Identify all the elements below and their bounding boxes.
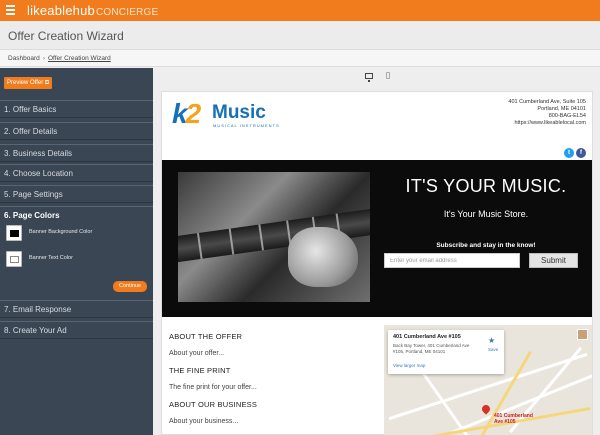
map-card-address: Back Bay Tower, 401 Cumberland Ave #105,…	[393, 343, 470, 354]
sidebar-step-choose-location[interactable]: 4. Choose Location	[0, 164, 153, 182]
sidebar-step-business-details[interactable]: 3. Business Details	[0, 144, 153, 162]
sidebar-step-offer-details[interactable]: 2. Offer Details	[0, 122, 153, 140]
map-card-title: 401 Cumberland Ave #105	[393, 334, 461, 340]
business-url[interactable]: https://www.likeablelocal.com	[508, 120, 586, 127]
twitter-icon[interactable]: t	[564, 148, 574, 158]
breadcrumb-dashboard[interactable]: Dashboard	[8, 55, 40, 62]
monitor-icon[interactable]	[365, 73, 373, 82]
hero-headline: IT'S YOUR MUSIC.	[405, 176, 567, 196]
title-bar: Offer Creation Wizard	[0, 21, 600, 50]
sidebar-step-page-colors[interactable]: 6. Page Colors	[0, 206, 153, 224]
guitar-photo	[178, 172, 370, 302]
sidebar-step-create-your-ad[interactable]: 8. Create Your Ad	[0, 321, 153, 339]
banner-background-color-label: Banner Background Color	[29, 229, 93, 235]
map-pin-icon[interactable]	[480, 403, 492, 415]
offer-preview: k2 Music MUSICAL INSTRUMENTS 401 Cumberl…	[161, 91, 593, 435]
about-offer-title: ABOUT THE OFFER	[169, 332, 243, 341]
top-bar: likeablehubCONCIERGE	[0, 0, 600, 21]
logo-subtitle: MUSICAL INSTRUMENTS	[213, 123, 280, 128]
banner-text-color-row: Banner Text Color	[6, 251, 146, 267]
brand-main: likeablehub	[27, 3, 95, 18]
about-business-text: About your business...	[169, 418, 239, 425]
avatar[interactable]	[577, 329, 588, 340]
map-info-card: 401 Cumberland Ave #105 Back Bay Tower, …	[388, 330, 504, 374]
breadcrumb-current[interactable]: Offer Creation Wizard	[48, 55, 111, 62]
preview-offer-label: Preview Offer	[7, 80, 44, 86]
address-line-2: Portland, ME 04101	[537, 106, 586, 112]
subscribe-prompt: Subscribe and stay in the know!	[436, 242, 536, 249]
map-pin-label: 401 Cumberland Ave #105	[494, 413, 533, 425]
hand-shape	[288, 227, 358, 287]
location-map[interactable]: 401 Cumberland Ave #105 Back Bay Tower, …	[384, 325, 592, 435]
phone-icon[interactable]	[386, 72, 390, 79]
email-input[interactable]	[384, 253, 520, 268]
sidebar-step-page-settings[interactable]: 5. Page Settings	[0, 185, 153, 203]
hero-banner: IT'S YOUR MUSIC. It's Your Music Store. …	[162, 160, 592, 317]
banner-background-color-swatch[interactable]	[6, 225, 22, 241]
fine-print-text: The fine print for your offer...	[169, 384, 257, 391]
sidebar-step-email-response[interactable]: 7. Email Response	[0, 300, 153, 318]
wizard-sidebar: Preview Offer ⧉ 1. Offer Basics 2. Offer…	[0, 68, 153, 435]
business-phone: 800-BAG-EL54	[548, 113, 586, 119]
map-save-label[interactable]: Save	[488, 347, 498, 352]
external-link-icon: ⧉	[43, 80, 50, 86]
about-business-title: ABOUT OUR BUSINESS	[169, 400, 258, 409]
fine-print-title: THE FINE PRINT	[169, 366, 231, 375]
address-line-1: 401 Cumberland Ave, Suite 105	[508, 99, 586, 105]
logo-mark-2: 2	[185, 98, 202, 129]
app-logo[interactable]: likeablehubCONCIERGE	[27, 3, 158, 18]
logo-mark-k: k	[172, 98, 188, 129]
banner-background-color-row: Banner Background Color	[6, 225, 146, 241]
submit-button[interactable]: Submit	[529, 253, 578, 268]
hero-subhead: It's Your Music Store.	[443, 209, 529, 219]
social-links: tf	[562, 141, 586, 158]
view-larger-map-link[interactable]: View larger map	[393, 363, 425, 368]
brand-sub: CONCIERGE	[95, 7, 159, 18]
star-icon[interactable]: ★	[488, 336, 495, 345]
sidebar-step-offer-basics[interactable]: 1. Offer Basics	[0, 100, 153, 118]
breadcrumb: Dashboard › Offer Creation Wizard	[0, 50, 600, 67]
banner-text-color-swatch[interactable]	[6, 251, 22, 267]
continue-button[interactable]: Continue	[113, 281, 147, 292]
logo-mark: k2	[172, 98, 202, 129]
chevron-right-icon: ›	[42, 55, 45, 62]
business-address: 401 Cumberland Ave, Suite 105 Portland, …	[508, 99, 586, 127]
facebook-icon[interactable]: f	[576, 148, 586, 158]
banner-text-color-label: Banner Text Color	[29, 255, 73, 261]
page-title: Offer Creation Wizard	[8, 29, 124, 43]
business-logo: k2 Music MUSICAL INSTRUMENTS	[172, 99, 282, 133]
preview-offer-button[interactable]: Preview Offer ⧉	[4, 77, 52, 89]
pin-label-line-2: Ave #105	[494, 419, 516, 425]
about-offer-text: About your offer...	[169, 350, 225, 357]
menu-icon[interactable]	[6, 5, 15, 15]
logo-word: Music	[212, 102, 266, 123]
